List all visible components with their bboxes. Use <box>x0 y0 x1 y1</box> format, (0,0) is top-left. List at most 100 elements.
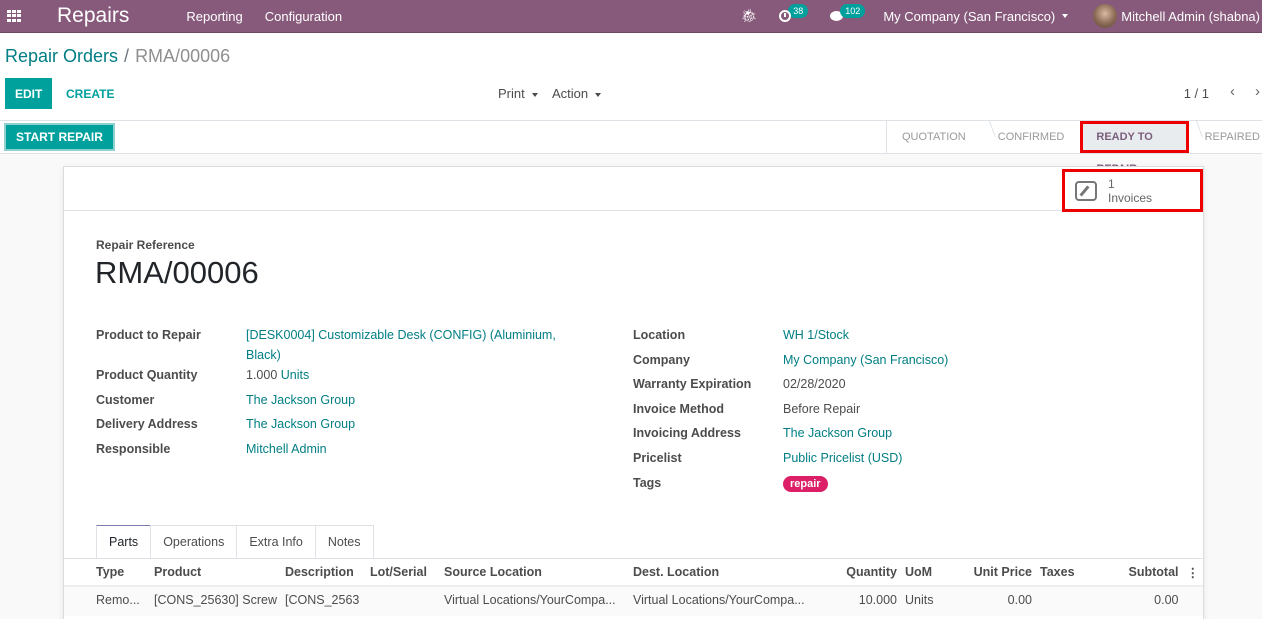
pager-next-icon[interactable]: › <box>1255 83 1260 100</box>
activities-badge: 38 <box>788 4 809 18</box>
start-repair-button[interactable]: START REPAIR <box>4 123 115 151</box>
cell-lot <box>366 586 440 616</box>
stage-repaired[interactable]: REPAIRED <box>1189 121 1262 153</box>
create-button[interactable]: CREATE <box>58 78 122 109</box>
caret-down-icon <box>531 92 538 97</box>
action-label: Action <box>552 86 589 101</box>
field-location: Location WH 1/Stock <box>633 325 1133 350</box>
invoicing-address-link[interactable]: The Jackson Group <box>783 426 892 440</box>
tab-notes[interactable]: Notes <box>314 525 374 558</box>
debug-bug-icon[interactable]: 🐞︎ <box>741 8 758 24</box>
top-navbar: Repairs Reporting Configuration 🐞︎ 38 10… <box>0 0 1262 33</box>
field-label: Customer <box>96 392 155 407</box>
caret-down-icon <box>1062 14 1069 18</box>
field-label: Delivery Address <box>96 417 198 432</box>
col-taxes[interactable]: Taxes <box>1036 559 1093 587</box>
field-label: Warranty Expiration <box>633 377 752 392</box>
col-uom[interactable]: UoM <box>901 559 959 587</box>
form-group-right: Location WH 1/Stock Company My Company (… <box>633 325 1133 497</box>
pager-value[interactable]: 1 / 1 <box>1184 86 1209 101</box>
col-subtotal[interactable]: Subtotal <box>1093 559 1183 587</box>
caret-down-icon <box>595 92 602 97</box>
apps-menu-icon[interactable] <box>7 9 23 23</box>
product-link[interactable]: [DESK0004] Customizable Desk (CONFIG) (A… <box>246 328 556 362</box>
col-type[interactable]: Type <box>64 559 150 587</box>
field-label: Company <box>633 352 690 367</box>
col-lot-serial[interactable]: Lot/Serial <box>366 559 440 587</box>
edit-pencil-icon <box>1075 180 1097 201</box>
cell-dest: Virtual Locations/YourCompa... <box>629 586 819 616</box>
optional-columns-icon[interactable]: ⋮ <box>1182 559 1203 587</box>
edit-button[interactable]: EDIT <box>5 78 53 109</box>
location-link[interactable]: WH 1/Stock <box>783 328 849 342</box>
tab-extra-info[interactable]: Extra Info <box>236 525 316 558</box>
col-source-location[interactable]: Source Location <box>440 559 629 587</box>
table-header-row: Type Product Description Lot/Serial Sour… <box>64 559 1203 587</box>
field-tags: Tags repair <box>633 473 1133 498</box>
warranty-value: 02/28/2020 <box>783 377 846 392</box>
delivery-address-link[interactable]: The Jackson Group <box>246 417 355 431</box>
customer-link[interactable]: The Jackson Group <box>246 393 355 407</box>
uom-link[interactable]: Units <box>281 368 309 382</box>
stage-confirmed[interactable]: CONFIRMED <box>982 121 1081 153</box>
company-switcher[interactable]: My Company (San Francisco) <box>883 9 1069 24</box>
stage-ready-to-repair[interactable]: READY TO REPAIR <box>1080 121 1189 175</box>
col-description[interactable]: Description <box>281 559 366 587</box>
form-sheet: 1 Invoices Repair Reference RMA/00006 Pr… <box>63 166 1204 619</box>
stage-quotation[interactable]: QUOTATION <box>887 121 982 153</box>
quantity-value: 1.000 <box>246 368 278 382</box>
messages-button[interactable]: 102 <box>830 4 866 21</box>
table-row[interactable]: Remo... [CONS_25630] Screw [CONS_2563 Vi… <box>64 586 1203 616</box>
invoices-count: 1 <box>1108 176 1115 191</box>
field-invoice-method: Invoice Method Before Repair <box>633 399 1133 424</box>
field-label: Responsible <box>96 441 171 456</box>
field-label: Invoicing Address <box>633 426 741 441</box>
clock-icon <box>779 10 792 22</box>
menu-reporting[interactable]: Reporting <box>186 9 242 24</box>
col-quantity[interactable]: Quantity <box>819 559 901 587</box>
company-link[interactable]: My Company (San Francisco) <box>783 353 948 367</box>
cell-unit-price: 0.00 <box>959 586 1036 616</box>
cell-source: Virtual Locations/YourCompa... <box>440 586 629 616</box>
col-unit-price[interactable]: Unit Price <box>959 559 1036 587</box>
avatar <box>1093 4 1118 28</box>
field-label: Product Quantity <box>96 368 198 382</box>
field-responsible: Responsible Mitchell Admin <box>96 439 596 464</box>
cell-spacer <box>1182 586 1203 616</box>
field-invoicing-address: Invoicing Address The Jackson Group <box>633 423 1133 448</box>
responsible-link[interactable]: Mitchell Admin <box>246 442 327 456</box>
tab-operations[interactable]: Operations <box>150 525 238 558</box>
field-pricelist: Pricelist Public Pricelist (USD) <box>633 448 1133 473</box>
control-panel: Repair Orders / RMA/00006 EDIT CREATE Prin… <box>0 33 1262 121</box>
field-label: Product to Repair <box>96 328 201 342</box>
breadcrumb-current: RMA/00006 <box>135 46 231 66</box>
stage-pipeline: QUOTATION CONFIRMED READY TO REPAIR REPA… <box>886 121 1262 175</box>
breadcrumb: Repair Orders / RMA/00006 <box>5 46 230 67</box>
breadcrumb-repair-orders[interactable]: Repair Orders <box>5 46 118 66</box>
reference-title: RMA/00006 <box>95 255 259 290</box>
pager-previous-icon[interactable]: ‹ <box>1230 83 1235 100</box>
invoices-smart-button[interactable]: 1 Invoices <box>1062 169 1203 212</box>
tab-parts[interactable]: Parts <box>96 525 152 558</box>
cell-type: Remo... <box>64 586 150 616</box>
form-group-left: Product to Repair [DESK0004] Customizabl… <box>96 325 596 463</box>
pricelist-link[interactable]: Public Pricelist (USD) <box>783 451 902 465</box>
statusbar: START REPAIR QUOTATION CONFIRMED READY T… <box>0 121 1262 175</box>
col-product[interactable]: Product <box>150 559 281 587</box>
smart-button-box: 1 Invoices <box>64 167 1203 212</box>
field-product-to-repair: Product to Repair [DESK0004] Customizabl… <box>96 325 596 365</box>
menu-configuration[interactable]: Configuration <box>265 9 342 24</box>
activities-button[interactable]: 38 <box>779 4 809 22</box>
app-title[interactable]: Repairs <box>57 4 129 28</box>
col-dest-location[interactable]: Dest. Location <box>629 559 819 587</box>
user-name: Mitchell Admin (shabna) <box>1121 8 1260 24</box>
parts-table: Type Product Description Lot/Serial Sour… <box>64 559 1203 616</box>
cell-uom: Units <box>901 586 959 616</box>
user-menu[interactable]: Mitchell Admin (shabna) <box>1093 4 1260 28</box>
field-label: Location <box>633 328 686 342</box>
cell-taxes <box>1036 586 1093 616</box>
print-dropdown[interactable]: Print <box>498 86 538 101</box>
tag-badge: repair <box>783 475 828 492</box>
field-company: Company My Company (San Francisco) <box>633 350 1133 375</box>
action-dropdown[interactable]: Action <box>552 86 602 101</box>
